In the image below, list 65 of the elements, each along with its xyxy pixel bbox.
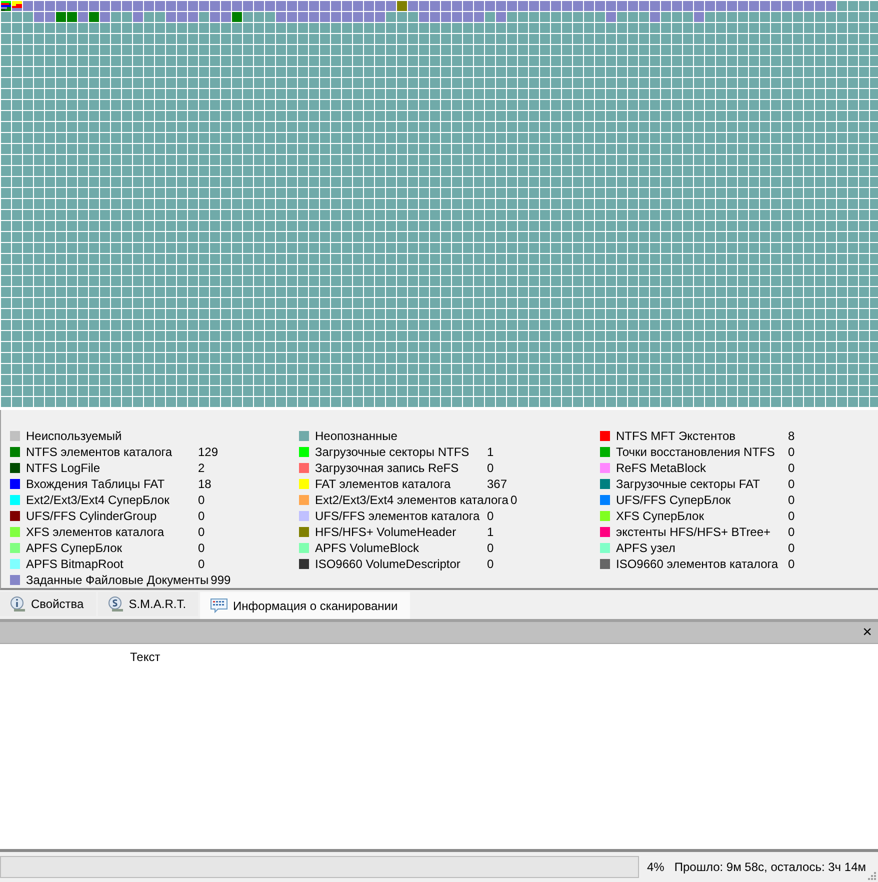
legend-label: NTFS элементов каталога: [26, 445, 174, 459]
legend-label: UFS/FFS CylinderGroup: [26, 509, 158, 523]
legend-count: 0: [788, 445, 795, 459]
legend-count: 0: [788, 509, 795, 523]
legend-label: HFS/HFS+ VolumeHeader: [315, 525, 458, 539]
legend-label: APFS СуперБлок: [26, 541, 123, 555]
legend-count: 0: [487, 509, 494, 523]
legend-count: 999: [210, 573, 231, 587]
legend-label: APFS узел: [616, 541, 676, 555]
legend-count: 367: [487, 477, 508, 491]
legend-count: 0: [487, 541, 494, 555]
legend-count: 0: [788, 477, 795, 491]
legend-count: 0: [510, 493, 518, 507]
legend-label: ISO9660 элементов каталога: [616, 557, 780, 571]
disk-icon: [108, 596, 124, 612]
legend-label: Точки восстановления NTFS: [616, 445, 776, 459]
legend-count: 1: [487, 525, 494, 539]
legend-label: APFS BitmapRoot: [26, 557, 124, 571]
legend-label: Заданные Файловые Документы: [26, 573, 209, 587]
legend-label: ISO9660 VolumeDescriptor: [315, 557, 462, 571]
legend-count: 0: [788, 557, 795, 571]
tab[interactable]: Свойства: [0, 592, 96, 616]
legend-count: 0: [198, 525, 205, 539]
legend-count: 0: [788, 541, 795, 555]
legend-label: NTFS LogFile: [26, 461, 102, 475]
legend-label: XFS элементов каталога: [26, 525, 166, 539]
legend-label: Вхождения Таблицы FAT: [26, 477, 166, 491]
legend-label: Загрузочные секторы FAT: [616, 477, 761, 491]
chat-grid-icon: [210, 598, 228, 614]
info-icon: [10, 596, 26, 612]
legend-label: XFS СуперБлок: [616, 509, 705, 523]
legend-count: 0: [198, 509, 205, 523]
legend-count: 0: [198, 493, 205, 507]
legend-count: 0: [198, 541, 205, 555]
legend-label: Ext2/Ext3/Ext4 элементов каталога: [315, 493, 508, 507]
legend-count: 0: [788, 493, 795, 507]
legend-label: APFS VolumeBlock: [315, 541, 420, 555]
legend-label: Загрузочная запись ReFS: [315, 461, 460, 475]
legend-label: Ext2/Ext3/Ext4 СуперБлок: [26, 493, 170, 507]
tab[interactable]: Информация о сканировании: [200, 592, 410, 619]
legend-count: 0: [788, 461, 795, 475]
legend-label: UFS/FFS СуперБлок: [616, 493, 732, 507]
close-button[interactable]: ×: [856, 624, 878, 642]
tab[interactable]: S.M.A.R.T.: [98, 592, 198, 616]
legend-count: 0: [198, 557, 205, 571]
legend-count: 0: [487, 557, 494, 571]
legend-label: FAT элементов каталога: [315, 477, 452, 491]
time-status: Прошло: 9м 58с, осталось: 3ч 14м: [674, 860, 866, 874]
legend-label: UFS/FFS элементов каталога: [315, 509, 481, 523]
legend-count: 8: [788, 429, 795, 443]
legend-count: 2: [198, 461, 205, 475]
legend-count: 18: [198, 477, 212, 491]
legend-label: ReFS MetaBlock: [616, 461, 708, 475]
column-header: Текст: [130, 650, 160, 664]
legend-label: Неопознанные: [315, 429, 398, 443]
progress-percent: 4%: [647, 860, 664, 874]
legend-label: Загрузочные секторы NTFS: [315, 445, 470, 459]
legend-label: экстенты HFS/HFS+ BTree+: [616, 525, 772, 539]
legend-count: 0: [788, 525, 795, 539]
legend-count: 1: [487, 445, 494, 459]
legend-label: NTFS MFT Экстентов: [616, 429, 737, 443]
legend-count: 0: [487, 461, 494, 475]
resize-grip-icon: [866, 870, 876, 880]
legend-label: Неиспользуемый: [26, 429, 123, 443]
legend-count: 129: [198, 445, 218, 459]
